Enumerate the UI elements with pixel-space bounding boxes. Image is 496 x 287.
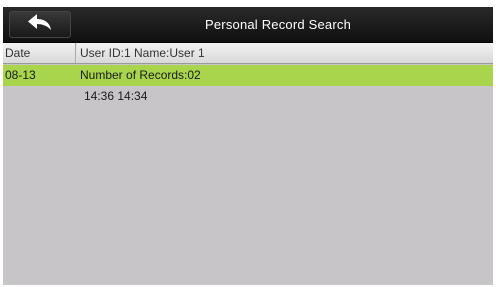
table-row[interactable]: 08-13 Number of Records:02 [3,65,493,86]
record-count: Number of Records:02 [80,68,201,82]
column-divider [75,43,77,63]
date-column-header: Date [5,46,31,60]
record-times: 14:36 14:34 [84,89,148,103]
table-header: Date User ID:1 Name:User 1 [3,43,493,64]
title-bar: Personal Record Search [3,7,493,43]
screen: Personal Record Search Date User ID:1 Na… [3,7,493,285]
device-frame: Personal Record Search Date User ID:1 Na… [0,0,496,287]
page-title: Personal Record Search [204,17,352,32]
back-button[interactable] [9,11,71,38]
record-date: 08-13 [5,68,36,82]
user-info-header: User ID:1 Name:User 1 [80,46,205,60]
back-arrow-icon [27,13,53,36]
